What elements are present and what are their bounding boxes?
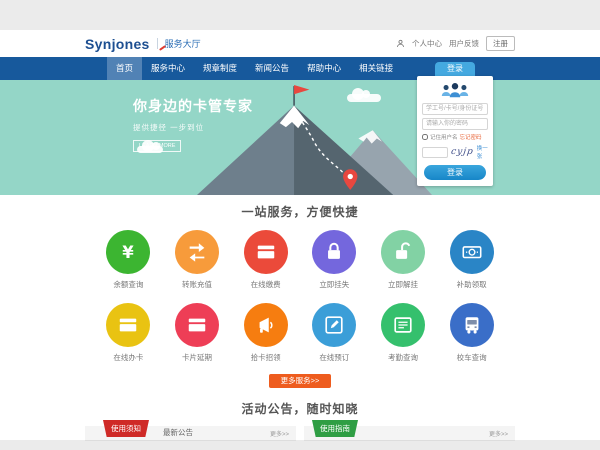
login-panel: 登录 记住用户名 忘记密码 — [417, 62, 493, 186]
service-label: 校车查询 — [437, 352, 506, 363]
main-nav: 首页服务中心规章制度新闻公告帮助中心相关链接 — [0, 57, 600, 80]
header: Synjones 服务大厅 个人中心 用户反馈 注册 — [0, 30, 600, 57]
password-input[interactable] — [422, 118, 488, 130]
users-group-icon — [438, 81, 472, 100]
credit-card-icon[interactable] — [244, 230, 288, 274]
announcements-section-title: 活动公告，随时知晓 — [0, 388, 600, 417]
service-item-2[interactable]: 在线缴费 — [231, 230, 300, 290]
credit-card-icon[interactable] — [175, 303, 219, 347]
nav-item-4[interactable]: 帮助中心 — [298, 57, 350, 80]
login-tab[interactable]: 登录 — [435, 62, 475, 76]
service-item-10[interactable]: 考勤查询 — [369, 303, 438, 363]
attendance-icon[interactable] — [381, 303, 425, 347]
nav-item-5[interactable]: 相关链接 — [350, 57, 402, 80]
more-link[interactable]: 更多>> — [270, 429, 289, 438]
service-item-9[interactable]: 在线预订 — [300, 303, 369, 363]
bus-icon[interactable] — [450, 303, 494, 347]
services-section-title: 一站服务，方便快捷 — [0, 195, 600, 220]
personal-center-link[interactable]: 个人中心 — [412, 38, 442, 49]
main-content: 一站服务，方便快捷 ¥ 余额查询转账充值在线缴费立即挂失立即解挂补助领取在线办卡卡… — [0, 195, 600, 440]
guide-panel-right: 使用指南 更多>> — [304, 426, 515, 441]
brand-logo-text: Synjones — [85, 36, 150, 52]
nav-item-2[interactable]: 规章制度 — [194, 57, 246, 80]
service-label: 拾卡招领 — [231, 352, 300, 363]
service-label: 考勤查询 — [369, 352, 438, 363]
remember-label: 记住用户名 — [430, 133, 458, 141]
usage-guide-tab[interactable]: 使用指南 — [312, 420, 358, 437]
service-item-0[interactable]: ¥ 余额查询 — [94, 230, 163, 290]
page: Synjones 服务大厅 个人中心 用户反馈 注册 首页服务中心规章制度新闻公… — [0, 30, 600, 450]
usage-notice-tab[interactable]: 使用须知 — [103, 420, 149, 437]
service-item-4[interactable]: 立即解挂 — [369, 230, 438, 290]
user-feedback-link[interactable]: 用户反馈 — [449, 38, 479, 49]
more-services-button[interactable]: 更多服务>> — [269, 374, 331, 388]
divider — [157, 38, 158, 49]
service-label: 卡片延期 — [163, 352, 232, 363]
service-item-1[interactable]: 转账充值 — [163, 230, 232, 290]
hero-banner: 你身边的卡管专家 提供捷径 一步到位 LEARN MORE 登录 — [0, 80, 600, 195]
lock-open-icon[interactable] — [381, 230, 425, 274]
username-input[interactable] — [422, 103, 488, 115]
service-label: 立即解挂 — [369, 279, 438, 290]
notice-panel-left: 使用须知 最新公告 更多>> — [85, 426, 296, 441]
forgot-password-link[interactable]: 忘记密码 — [460, 133, 482, 141]
hero-cta-button[interactable]: LEARN MORE — [133, 140, 181, 152]
credit-card-icon[interactable] — [106, 303, 150, 347]
transfer-arrows-icon[interactable] — [175, 230, 219, 274]
service-label: 转账充值 — [163, 279, 232, 290]
service-label: 在线办卡 — [94, 352, 163, 363]
account-links: 个人中心 用户反馈 注册 — [396, 36, 515, 51]
yen-icon[interactable]: ¥ — [106, 230, 150, 274]
service-item-5[interactable]: 补助领取 — [437, 230, 506, 290]
service-label: 在线预订 — [300, 352, 369, 363]
captcha-input[interactable] — [422, 147, 448, 158]
banknote-icon[interactable] — [450, 230, 494, 274]
service-label: 立即挂失 — [300, 279, 369, 290]
latest-announcements-tab[interactable]: 最新公告 — [163, 425, 193, 440]
service-item-8[interactable]: 拾卡招领 — [231, 303, 300, 363]
register-button[interactable]: 注册 — [486, 36, 515, 51]
nav-item-1[interactable]: 服务中心 — [142, 57, 194, 80]
nav-item-3[interactable]: 新闻公告 — [246, 57, 298, 80]
hero-subtitle: 提供捷径 一步到位 — [133, 122, 253, 133]
svg-text:¥: ¥ — [123, 243, 135, 262]
more-link[interactable]: 更多>> — [489, 429, 508, 438]
site-section-name: 服务大厅 — [165, 37, 201, 50]
lock-closed-icon[interactable] — [312, 230, 356, 274]
login-submit-button[interactable]: 登录 — [424, 165, 486, 180]
edit-icon[interactable] — [312, 303, 356, 347]
captcha-image[interactable]: cyjp — [450, 147, 474, 157]
person-icon — [396, 39, 405, 48]
service-item-3[interactable]: 立即挂失 — [300, 230, 369, 290]
service-item-6[interactable]: 在线办卡 — [94, 303, 163, 363]
logo[interactable]: Synjones 服务大厅 — [85, 36, 201, 52]
remember-checkbox[interactable] — [422, 134, 428, 140]
service-item-7[interactable]: 卡片延期 — [163, 303, 232, 363]
service-label: 在线缴费 — [231, 279, 300, 290]
service-label: 补助领取 — [437, 279, 506, 290]
service-item-11[interactable]: 校车查询 — [437, 303, 506, 363]
service-label: 余额查询 — [94, 279, 163, 290]
megaphone-icon[interactable] — [244, 303, 288, 347]
captcha-refresh-link[interactable]: 换一张 — [477, 144, 488, 160]
nav-item-0[interactable]: 首页 — [107, 57, 142, 80]
hero-title: 你身边的卡管专家 — [133, 96, 253, 116]
